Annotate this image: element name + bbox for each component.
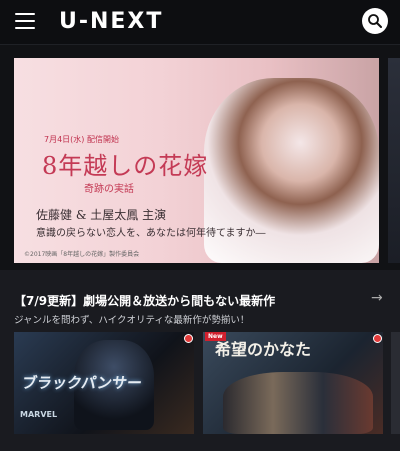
title-card[interactable]: New 希望のかなた (203, 332, 383, 434)
recommend-badge-icon (373, 334, 382, 343)
menu-icon[interactable] (15, 13, 35, 31)
card-image (223, 372, 373, 434)
next-hero-banner[interactable] (388, 58, 400, 263)
hero-date: 7月4日(水) 配信開始 (44, 135, 119, 144)
hero-title: 8年越しの花嫁 (42, 152, 209, 180)
arrow-right-icon[interactable]: → (371, 290, 383, 306)
top-header: U-NEXT (0, 0, 400, 45)
hero-subtitle: 奇跡の実話 (84, 184, 134, 195)
hero-copyright: ©2017映画「8年越しの花嫁」製作委員会 (24, 251, 140, 258)
section-subtitle: ジャンルを問わず、ハイクオリティな最新作が勢揃い！ (14, 315, 250, 326)
card-title: ブラックパンサー (20, 374, 144, 392)
search-button[interactable] (362, 8, 388, 34)
title-card[interactable]: ブラックパンサー MARVEL (14, 332, 194, 434)
title-card-peek[interactable] (391, 332, 400, 434)
card-title: 希望のかなた (215, 340, 312, 359)
search-icon (368, 14, 382, 28)
hero-cast: 佐藤健 & 土屋太鳳 主演 (36, 208, 167, 222)
recommend-badge-icon (184, 334, 193, 343)
app-logo[interactable]: U-NEXT (59, 9, 163, 34)
section-title[interactable]: 【7/9更新】劇場公開＆放送から間もない最新作 (14, 292, 275, 309)
card-logo: MARVEL (20, 410, 58, 419)
hero-banner[interactable]: 7月4日(水) 配信開始 8年越しの花嫁 奇跡の実話 佐藤健 & 土屋太鳳 主演… (14, 58, 379, 263)
hero-tagline: 意識の戻らない恋人を、あなたは何年待てますか― (36, 228, 266, 239)
